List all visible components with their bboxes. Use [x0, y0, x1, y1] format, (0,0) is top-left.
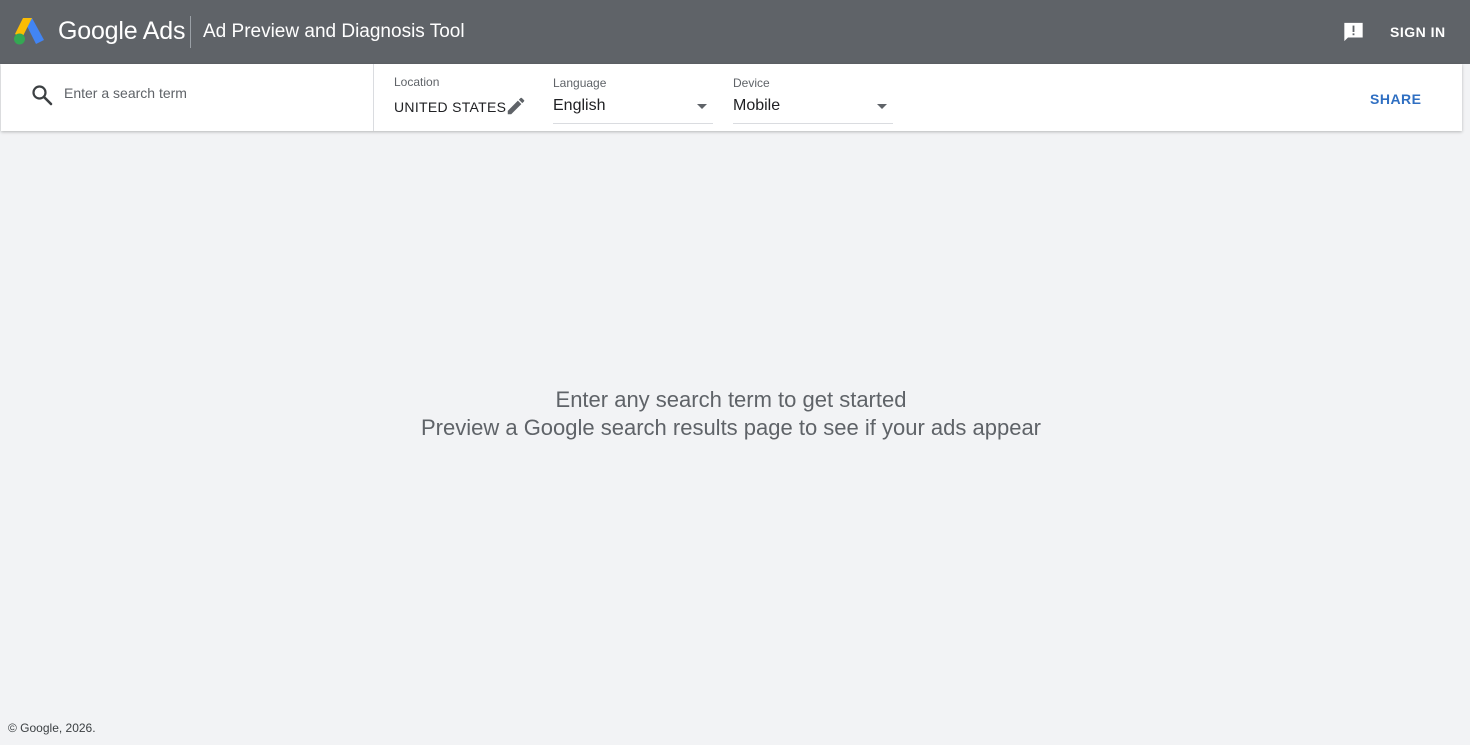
- device-value: Mobile: [733, 97, 781, 114]
- empty-state-subtitle: Preview a Google search results page to …: [420, 415, 1042, 440]
- feedback-icon[interactable]: [1342, 21, 1365, 43]
- search-area: [1, 64, 374, 131]
- preview-toolbar: Location UNITED STATES Language English …: [1, 64, 1462, 131]
- chevron-down-icon: [697, 104, 707, 109]
- language-value: English: [553, 97, 606, 114]
- page-title: Ad Preview and Diagnosis Tool: [203, 21, 465, 42]
- brand-name: Google Ads: [58, 17, 186, 45]
- chevron-down-icon: [877, 104, 887, 109]
- location-value: UNITED STATES: [394, 99, 507, 115]
- pencil-icon[interactable]: [505, 95, 527, 117]
- location-label: Location: [394, 75, 440, 89]
- search-input[interactable]: [64, 80, 354, 106]
- top-app-bar: Google Ads Ad Preview and Diagnosis Tool…: [0, 0, 1470, 64]
- google-ads-logo-icon: [14, 18, 44, 45]
- language-underline: [553, 123, 713, 124]
- device-label: Device: [733, 76, 770, 90]
- search-icon: [32, 85, 53, 106]
- brand-divider: [190, 16, 191, 48]
- language-select[interactable]: Language English: [553, 64, 713, 125]
- device-select[interactable]: Device Mobile: [733, 64, 893, 125]
- sign-in-button[interactable]: SIGN IN: [1380, 18, 1456, 46]
- footer-copyright: © Google, 2026.: [8, 721, 96, 735]
- device-underline: [733, 123, 893, 124]
- share-button[interactable]: SHARE: [1360, 86, 1432, 112]
- empty-state-title: Enter any search term to get started: [555, 387, 907, 412]
- language-label: Language: [553, 76, 607, 90]
- empty-state: Enter any search term to get started Pre…: [0, 386, 1462, 442]
